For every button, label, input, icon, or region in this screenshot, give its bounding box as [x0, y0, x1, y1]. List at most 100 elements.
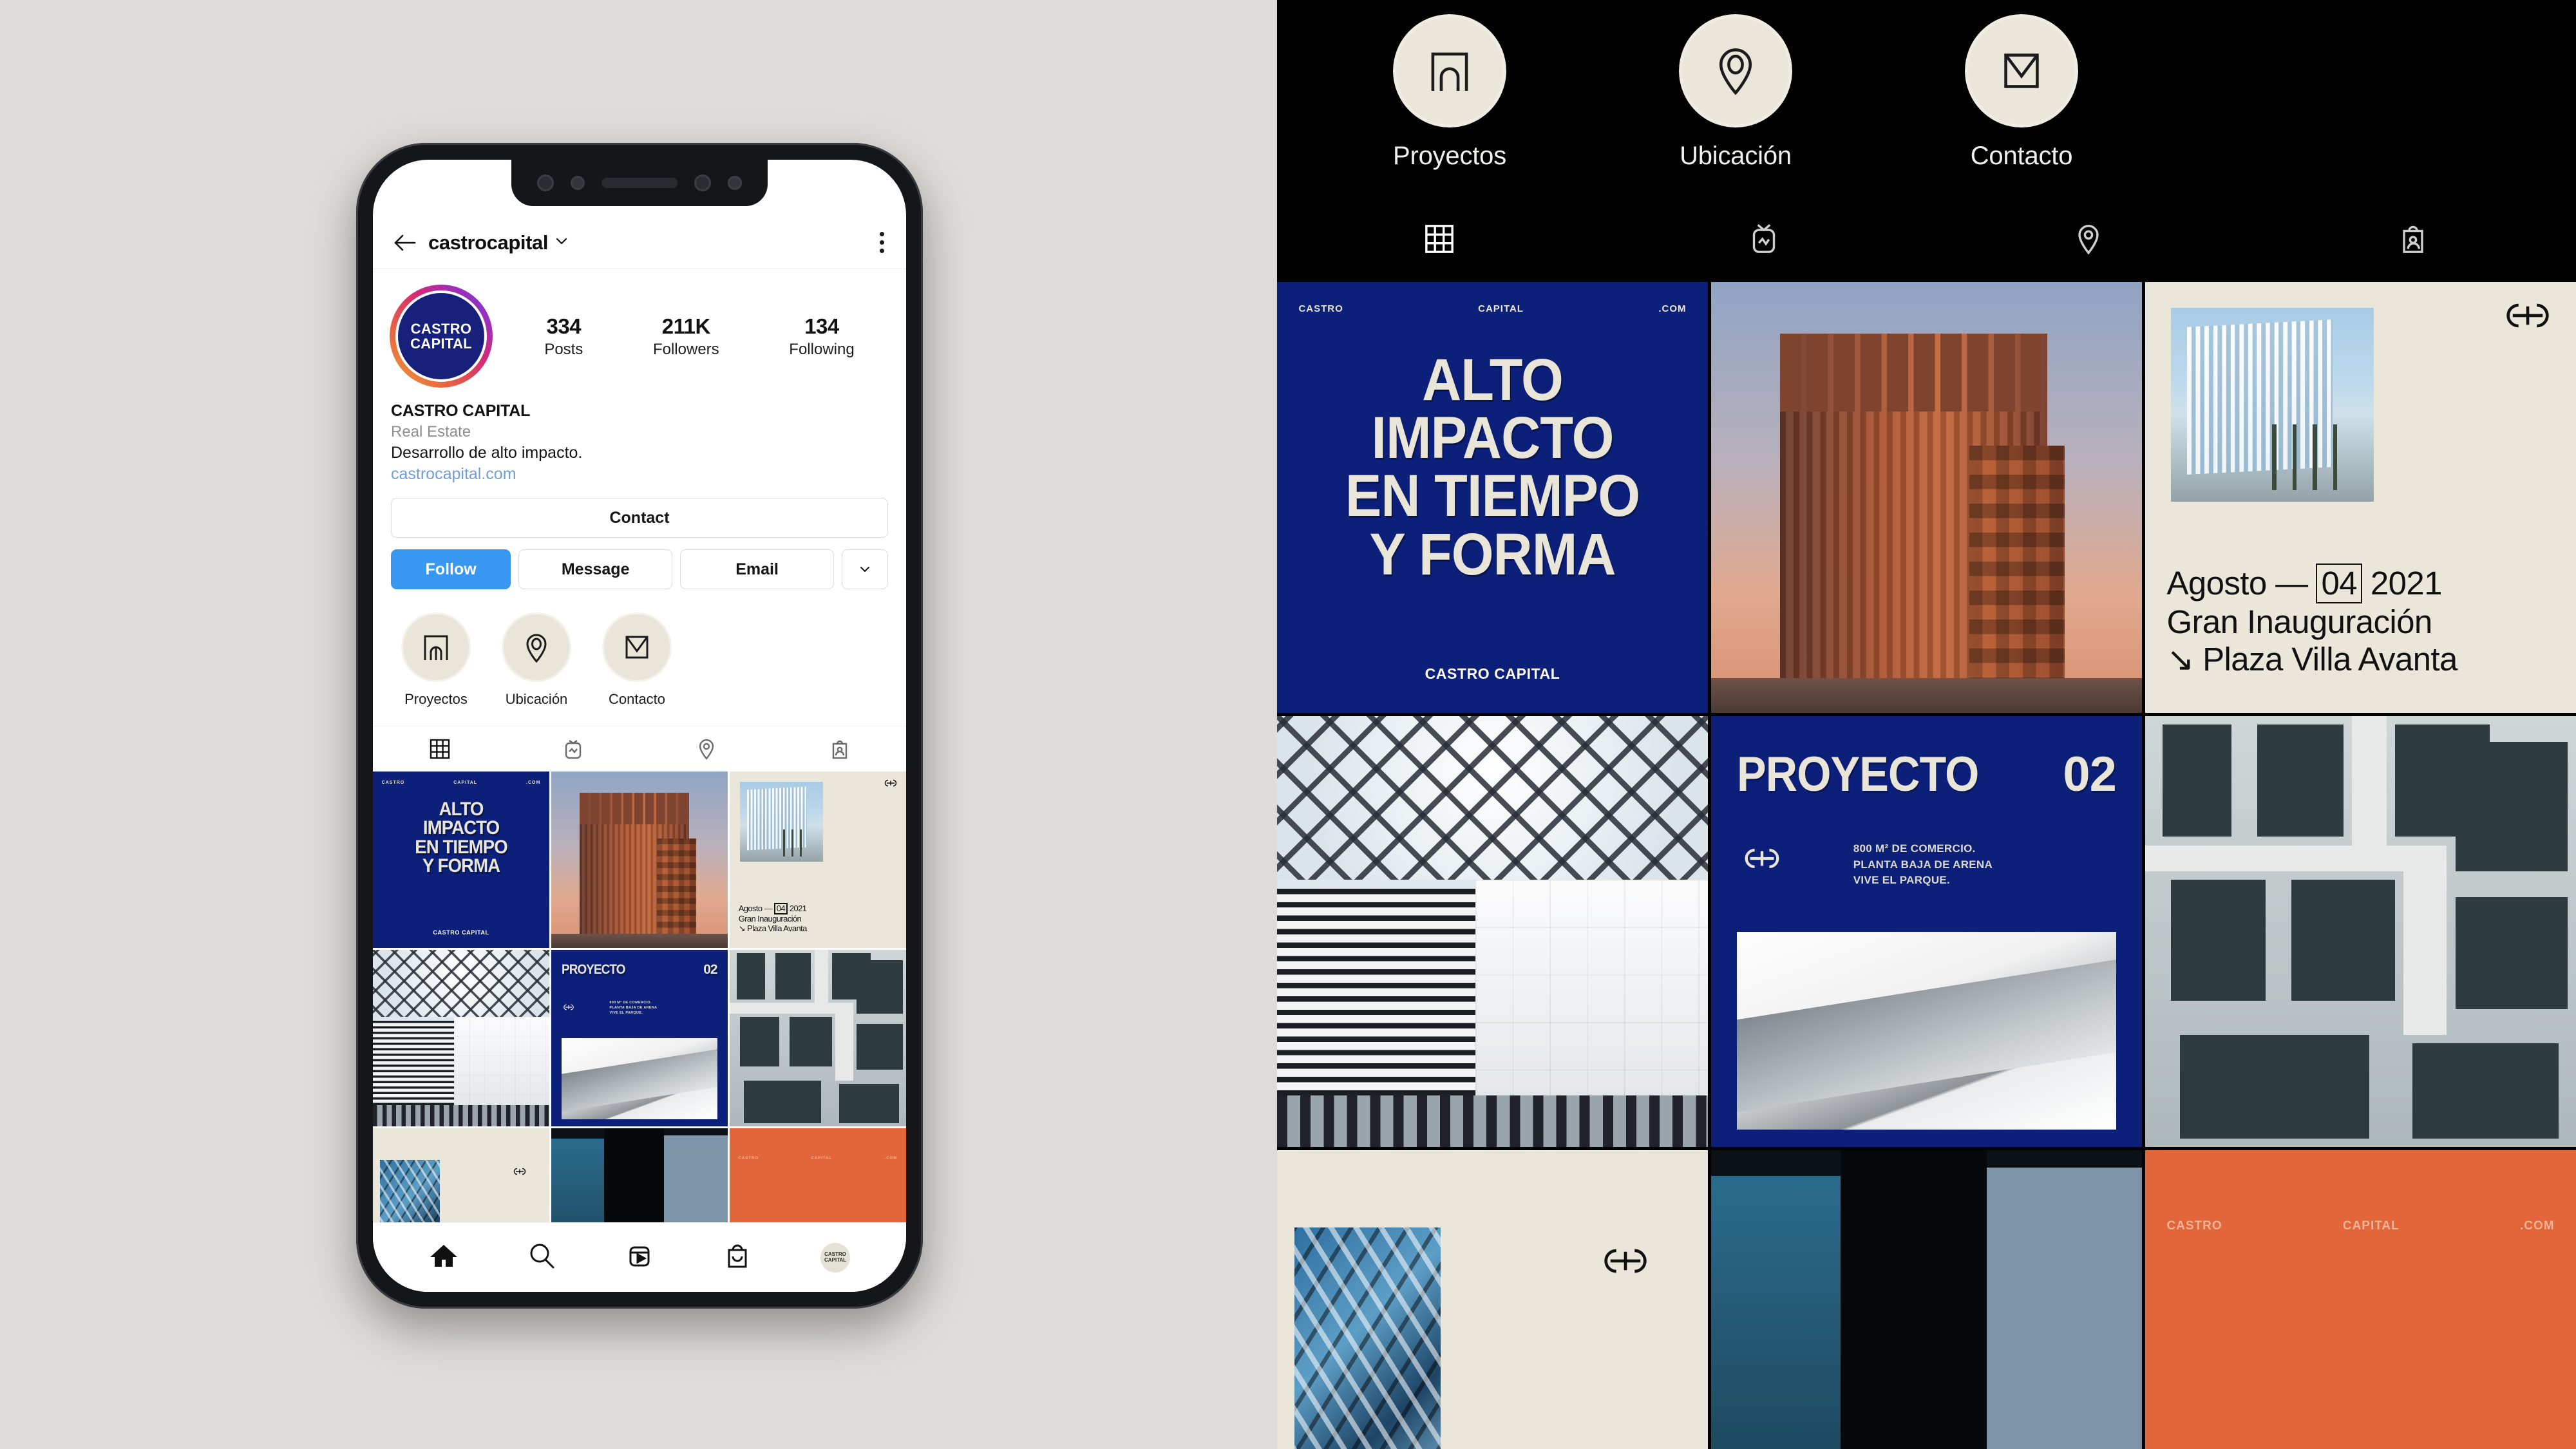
follow-button[interactable]: Follow — [391, 549, 511, 589]
post-date-prefix: Agosto — — [2166, 565, 2308, 602]
highlight-proyectos-large[interactable]: Proyectos — [1307, 12, 1593, 171]
post-tower[interactable] — [1711, 282, 2142, 713]
ccc-monogram-icon — [1595, 1245, 1656, 1280]
email-button[interactable]: Email — [680, 549, 834, 589]
post-caption-line: ↘ Plaza Villa Avanta — [738, 923, 808, 934]
post-grid: CASTRO CAPITAL .COM ALTO IMPACTO EN TIEM… — [373, 772, 906, 1292]
tab-igtv[interactable] — [1602, 219, 1926, 259]
search-icon[interactable] — [527, 1241, 556, 1274]
highlight-label: Proyectos — [404, 691, 468, 707]
post-headline-line: EN TIEMPO — [1345, 463, 1640, 529]
profile-bio: CASTRO CAPITAL Real Estate Desarrollo de… — [373, 388, 906, 484]
tab-grid[interactable] — [373, 726, 506, 772]
more-actions-button[interactable] — [841, 549, 888, 589]
post-footer: CASTRO CAPITAL — [1425, 665, 1560, 683]
tab-location[interactable] — [1926, 219, 2251, 259]
post-thumb-agosto[interactable]: Agosto — 04 2021 Gran Inauguración ↘ Pla… — [730, 772, 906, 948]
post-date-day: 04 — [774, 902, 788, 915]
proximity-sensor-icon — [694, 175, 711, 191]
post-agosto[interactable]: Agosto — 04 2021 Gran Inauguración ↘ Pla… — [2145, 282, 2576, 713]
post-date-prefix: Agosto — — [738, 903, 773, 913]
avatar[interactable]: CASTRO CAPITAL — [390, 285, 493, 388]
post-spec-line: VIVE EL PARQUE. — [609, 1011, 643, 1016]
post-thumb-lattice[interactable] — [373, 950, 549, 1126]
post-footer: CASTRO CAPITAL — [433, 929, 489, 936]
highlight-ubicacion[interactable]: Ubicación — [499, 612, 574, 708]
phone-screen: castrocapital CASTRO CAPITAL 334 Posts 2… — [373, 160, 906, 1292]
post-headline-line: ALTO — [1422, 347, 1564, 413]
post-orange[interactable]: CASTRO CAPITAL .COM — [2145, 1150, 2576, 1449]
stat-value: 134 — [804, 314, 839, 338]
avatar-line-2: CAPITAL — [410, 336, 472, 352]
post-corner-right: .COM — [1658, 303, 1687, 315]
profile-category: Real Estate — [391, 423, 471, 440]
post-date-day: 04 — [2316, 564, 2363, 604]
location-pin-icon — [1677, 12, 1794, 129]
post-spec-line: PLANTA BAJA DE ARENA — [609, 1006, 658, 1010]
post-thumb-tower[interactable] — [551, 772, 728, 948]
post-corner-left: CASTRO — [381, 780, 405, 785]
post-glass-logo[interactable] — [1277, 1150, 1708, 1449]
post-facade[interactable] — [2145, 716, 2576, 1147]
profile-stats: 334 Posts 211K Followers 134 Following — [493, 314, 889, 359]
ccc-monogram-icon — [882, 779, 899, 791]
tab-igtv[interactable] — [506, 726, 639, 772]
post-dark[interactable] — [1711, 1150, 2142, 1449]
home-icon[interactable] — [429, 1241, 459, 1274]
stat-posts[interactable]: 334 Posts — [544, 314, 583, 359]
post-caption-line: ↘ Plaza Villa Avanta — [2166, 641, 2458, 678]
post-title: PROYECTO — [1737, 746, 1979, 802]
envelope-icon — [602, 612, 672, 682]
profile-link[interactable]: castrocapital.com — [391, 465, 888, 484]
post-corner-left: CASTRO — [2166, 1219, 2222, 1233]
post-proyecto-02[interactable]: PROYECTO 02 800 M² DE COMERCIO. PLANTA B… — [1711, 716, 2142, 1147]
post-headline-line: Y FORMA — [422, 855, 500, 876]
chevron-down-icon[interactable] — [554, 234, 569, 251]
arrow-left-icon[interactable] — [391, 229, 419, 257]
highlight-ubicacion-large[interactable]: Ubicación — [1593, 12, 1879, 171]
tab-location[interactable] — [639, 726, 773, 772]
post-thumb-alto-impacto[interactable]: CASTRO CAPITAL .COM ALTO IMPACTO EN TIEM… — [373, 772, 549, 948]
highlight-label: Contacto — [1970, 142, 2073, 170]
post-caption-line: Gran Inauguración — [2166, 603, 2432, 641]
location-pin-icon — [502, 612, 571, 682]
highlight-contacto[interactable]: Contacto — [600, 612, 674, 708]
contact-button[interactable]: Contact — [391, 498, 888, 538]
profile-username: castrocapital — [428, 231, 549, 254]
post-corner-center: CAPITAL — [2342, 1219, 2400, 1233]
post-corner-right: .COM — [884, 1156, 898, 1160]
stat-followers[interactable]: 211K Followers — [653, 314, 719, 359]
tab-tagged[interactable] — [2251, 219, 2575, 259]
post-corner-center: CAPITAL — [1478, 303, 1524, 315]
post-headline-line: Y FORMA — [1369, 521, 1616, 587]
camera-icon — [537, 175, 554, 191]
post-spec-line: 800 M² DE COMERCIO. — [1853, 842, 1976, 855]
highlight-proyectos[interactable]: Proyectos — [399, 612, 473, 708]
highlight-contacto-large[interactable]: Contacto — [1879, 12, 2164, 171]
phone-device: castrocapital CASTRO CAPITAL 334 Posts 2… — [356, 143, 923, 1309]
post-alto-impacto[interactable]: CASTRO CAPITAL .COM ALTO IMPACTO EN TIEM… — [1277, 282, 1708, 713]
tab-tagged[interactable] — [773, 726, 906, 772]
stat-label: Posts — [544, 340, 583, 358]
profile-header-row: CASTRO CAPITAL 334 Posts 211K Followers — [373, 269, 906, 388]
post-corner-left: CASTRO — [1298, 303, 1343, 315]
mockup-scene: castrocapital CASTRO CAPITAL 334 Posts 2… — [0, 0, 1277, 1449]
avatar-icon[interactable]: CASTRO CAPITAL — [820, 1242, 850, 1273]
tab-grid[interactable] — [1277, 219, 1602, 259]
post-spec-line: VIVE EL PARQUE. — [1853, 874, 1951, 887]
shopping-bag-icon[interactable] — [723, 1241, 752, 1274]
reels-icon[interactable] — [625, 1241, 654, 1274]
ccc-monogram-icon — [511, 1167, 528, 1179]
envelope-icon — [1963, 12, 2080, 129]
stat-value: 334 — [546, 314, 582, 338]
post-headline-line: ALTO — [439, 798, 484, 820]
post-lattice[interactable] — [1277, 716, 1708, 1147]
highlight-label: Contacto — [608, 691, 666, 707]
avatar-line-1: CASTRO — [410, 320, 472, 337]
message-button[interactable]: Message — [518, 549, 673, 589]
highlight-label: Ubicación — [505, 691, 568, 707]
post-thumb-proyecto-02[interactable]: PROYECTO 02 800 M² DE COMERCIO. PLANTA B… — [551, 950, 728, 1126]
stat-following[interactable]: 134 Following — [789, 314, 854, 359]
more-options-icon[interactable] — [880, 232, 888, 253]
post-thumb-facade[interactable] — [730, 950, 906, 1126]
